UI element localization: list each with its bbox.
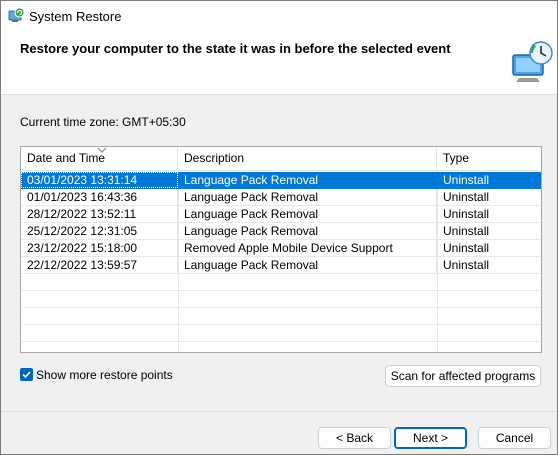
empty-row xyxy=(21,274,541,291)
column-header-date[interactable]: Date and Time xyxy=(21,147,178,170)
table-row[interactable]: 25/12/2022 12:31:05 Language Pack Remova… xyxy=(21,223,541,240)
computer-restore-icon xyxy=(512,41,553,82)
table-body: 03/01/2023 13:31:14 Language Pack Remova… xyxy=(21,172,541,342)
row-type: Uninstall xyxy=(443,224,490,238)
table-row[interactable]: 23/12/2022 15:18:00 Removed Apple Mobile… xyxy=(21,240,541,257)
row-description: Language Pack Removal xyxy=(178,189,437,205)
row-date: 01/01/2023 16:43:36 xyxy=(21,189,178,205)
row-type: Uninstall xyxy=(443,241,490,255)
row-date: 22/12/2022 13:59:57 xyxy=(21,257,178,273)
column-header-type-label: Type xyxy=(443,151,470,165)
table-row[interactable]: 03/01/2023 13:31:14 Language Pack Remova… xyxy=(21,172,541,189)
row-date: 28/12/2022 13:52:11 xyxy=(21,206,178,222)
header-title: Restore your computer to the state it wa… xyxy=(20,41,451,56)
header-divider xyxy=(21,170,541,171)
show-more-restore-points-label[interactable]: Show more restore points xyxy=(36,368,173,382)
chevron-down-icon xyxy=(97,147,107,153)
row-date: 23/12/2022 15:18:00 xyxy=(21,240,178,256)
row-date: 25/12/2022 12:31:05 xyxy=(21,223,178,239)
system-restore-icon xyxy=(8,7,25,22)
table-row[interactable]: 01/01/2023 16:43:36 Language Pack Remova… xyxy=(21,189,541,206)
column-header-description-label: Description xyxy=(184,151,245,165)
column-header-description[interactable]: Description xyxy=(178,147,437,170)
footer-divider xyxy=(1,411,557,412)
table-row[interactable]: 28/12/2022 13:52:11 Language Pack Remova… xyxy=(21,206,541,223)
empty-row xyxy=(21,325,541,342)
column-header-date-label: Date and Time xyxy=(27,151,106,165)
row-description: Language Pack Removal xyxy=(178,257,437,273)
show-more-restore-points-checkbox[interactable] xyxy=(20,368,33,381)
row-description: Removed Apple Mobile Device Support xyxy=(178,240,437,256)
scan-affected-programs-button[interactable]: Scan for affected programs xyxy=(385,365,541,387)
row-type: Uninstall xyxy=(443,258,490,272)
row-description: Language Pack Removal xyxy=(178,223,437,239)
restore-points-list[interactable]: Date and Time Description Type 03/01/202… xyxy=(20,146,542,353)
column-header-type[interactable]: Type xyxy=(437,147,541,170)
next-button[interactable]: Next > xyxy=(394,427,467,449)
empty-row xyxy=(21,308,541,325)
window-title: System Restore xyxy=(29,9,122,24)
checkmark-icon xyxy=(22,371,31,379)
cancel-button[interactable]: Cancel xyxy=(478,427,551,449)
system-restore-window: System Restore Restore your computer to … xyxy=(0,0,558,455)
title-bar: System Restore xyxy=(1,1,557,32)
wizard-header: Restore your computer to the state it wa… xyxy=(1,32,557,95)
row-date: 03/01/2023 13:31:14 xyxy=(21,172,178,188)
empty-row xyxy=(21,291,541,308)
row-description: Language Pack Removal xyxy=(178,172,437,188)
table-row[interactable]: 22/12/2022 13:59:57 Language Pack Remova… xyxy=(21,257,541,274)
row-type: Uninstall xyxy=(443,207,490,221)
row-type: Uninstall xyxy=(443,190,490,204)
back-button[interactable]: < Back xyxy=(318,427,391,449)
timezone-label: Current time zone: GMT+05:30 xyxy=(20,115,186,129)
row-description: Language Pack Removal xyxy=(178,206,437,222)
row-type: Uninstall xyxy=(443,173,490,187)
